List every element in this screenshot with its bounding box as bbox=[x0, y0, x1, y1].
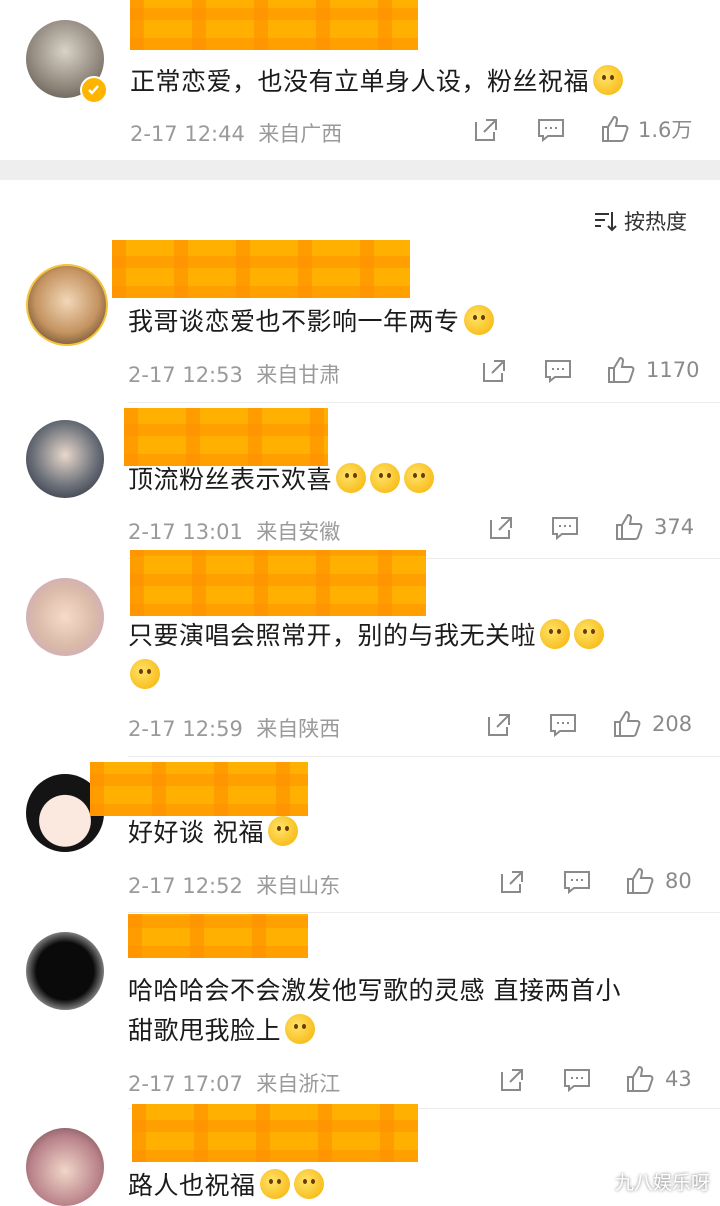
repost-button[interactable] bbox=[498, 868, 526, 896]
comment-meta: 2-17 12:44 来自广西 bbox=[130, 122, 343, 146]
comment-text: 好好谈 祝福 bbox=[128, 813, 298, 853]
like-count: 374 bbox=[654, 515, 695, 539]
thumbs-up-icon bbox=[627, 1065, 654, 1092]
like-button[interactable]: 1.6万 bbox=[600, 114, 692, 144]
love-emoji-icon bbox=[130, 659, 160, 689]
avatar[interactable] bbox=[26, 264, 108, 346]
watermark: 九八娱乐呀 bbox=[614, 1172, 710, 1194]
party-emoji-icon bbox=[293, 1169, 324, 1199]
avatar[interactable] bbox=[26, 1128, 104, 1206]
username-redacted[interactable] bbox=[130, 550, 426, 616]
party-emoji-icon bbox=[259, 1169, 290, 1199]
comment-text: 正常恋爱，也没有立单身人设，粉丝祝福 bbox=[130, 62, 624, 102]
comment-button[interactable] bbox=[543, 357, 573, 385]
divider bbox=[128, 912, 720, 913]
comment-meta: 2-17 17:07 来自浙江 bbox=[128, 1072, 341, 1096]
comment-meta: 2-17 12:52 来自山东 bbox=[128, 874, 341, 898]
love-emoji-icon bbox=[540, 619, 571, 649]
comment-icon bbox=[564, 1069, 590, 1093]
grin-emoji-icon bbox=[336, 463, 367, 493]
comment-icon bbox=[552, 517, 578, 541]
like-button[interactable]: 374 bbox=[614, 512, 694, 542]
comment-text: 顶流粉丝表示欢喜 bbox=[128, 460, 435, 500]
username-redacted[interactable] bbox=[128, 914, 308, 958]
comment-text: 哈哈哈会不会激发他写歌的灵感 直接两首小 甜歌甩我脸上 bbox=[128, 976, 621, 1045]
username-redacted[interactable] bbox=[124, 408, 328, 466]
thumbs-up-icon bbox=[614, 710, 641, 737]
username-redacted[interactable] bbox=[130, 0, 418, 50]
comment-meta: 2-17 13:01 来自安徽 bbox=[128, 520, 341, 544]
repost-icon bbox=[490, 517, 512, 539]
repost-button[interactable] bbox=[487, 514, 515, 542]
like-button[interactable]: 1170 bbox=[606, 355, 699, 385]
thumbs-up-icon bbox=[602, 115, 629, 142]
comment-text: 路人也祝福 bbox=[128, 1166, 324, 1206]
sort-button[interactable]: 按热度 bbox=[592, 206, 687, 236]
avatar[interactable] bbox=[26, 932, 104, 1010]
comment-text: 我哥谈恋爱也不影响一年两专 bbox=[128, 302, 494, 342]
grin-emoji-icon bbox=[404, 463, 435, 493]
repost-button[interactable] bbox=[480, 357, 508, 385]
sort-label: 按热度 bbox=[624, 210, 687, 234]
comment-icon bbox=[564, 871, 590, 895]
username-redacted[interactable] bbox=[132, 1104, 418, 1162]
like-count: 208 bbox=[652, 712, 693, 736]
comment-button[interactable] bbox=[550, 514, 580, 542]
verified-badge-icon bbox=[80, 76, 108, 104]
thumbs-up-icon bbox=[627, 867, 654, 894]
repost-icon bbox=[501, 871, 523, 893]
like-button[interactable]: 43 bbox=[625, 1064, 692, 1094]
repost-button[interactable] bbox=[498, 1066, 526, 1094]
divider bbox=[128, 402, 720, 403]
repost-icon bbox=[475, 119, 497, 141]
comment-icon bbox=[538, 119, 564, 143]
comment-icon bbox=[550, 714, 576, 738]
repost-icon bbox=[488, 714, 510, 736]
like-count: 1170 bbox=[646, 358, 700, 382]
comment-button[interactable] bbox=[562, 1066, 592, 1094]
kiss-emoji-icon bbox=[463, 305, 494, 335]
like-button[interactable]: 208 bbox=[612, 709, 692, 739]
like-count: 43 bbox=[665, 1067, 692, 1091]
username-redacted[interactable] bbox=[90, 762, 308, 816]
love-emoji-icon bbox=[574, 619, 605, 649]
thumbs-up-icon bbox=[616, 513, 643, 540]
repost-button[interactable] bbox=[485, 711, 513, 739]
comment-meta: 2-17 12:53 来自甘肃 bbox=[128, 363, 341, 387]
thumbs-up-icon bbox=[608, 356, 635, 383]
comment-icon bbox=[545, 360, 571, 384]
like-count: 1.6万 bbox=[638, 118, 693, 142]
repost-icon bbox=[483, 360, 505, 382]
avatar[interactable] bbox=[26, 420, 104, 498]
heart-eyes-emoji-icon bbox=[285, 1014, 316, 1044]
repost-icon bbox=[501, 1069, 523, 1091]
avatar[interactable] bbox=[26, 578, 104, 656]
repost-button[interactable] bbox=[472, 116, 500, 144]
comment-text: 只要演唱会照常开，别的与我无关啦 bbox=[128, 616, 688, 696]
sort-icon bbox=[595, 212, 617, 232]
smile-emoji-icon bbox=[593, 65, 624, 95]
divider bbox=[128, 756, 720, 757]
username-redacted[interactable] bbox=[112, 240, 410, 298]
section-gap bbox=[0, 160, 720, 180]
comment-button[interactable] bbox=[548, 711, 578, 739]
comment-button[interactable] bbox=[562, 868, 592, 896]
grin-emoji-icon bbox=[370, 463, 401, 493]
comment-meta: 2-17 12:59 来自陕西 bbox=[128, 717, 341, 741]
comment-button[interactable] bbox=[536, 116, 566, 144]
like-button[interactable]: 80 bbox=[625, 866, 692, 896]
like-count: 80 bbox=[665, 869, 692, 893]
flower-emoji-icon bbox=[267, 816, 298, 846]
